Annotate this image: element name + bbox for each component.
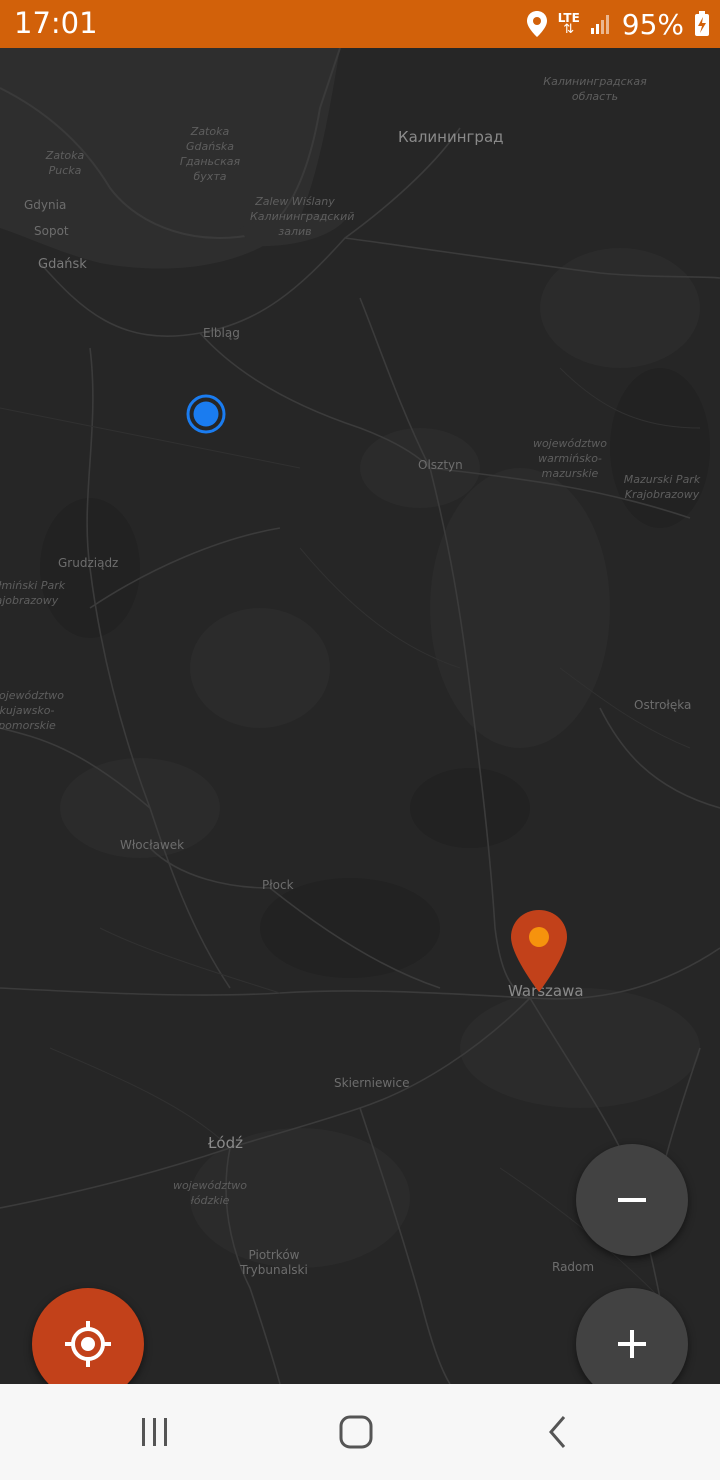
status-time: 17:01: [14, 6, 98, 40]
navigation-bar: [0, 1384, 720, 1480]
map-label-gdansk-bay: Zatoka Gdańska Гданьская бухта: [179, 125, 241, 183]
map-label-vistula-lagoon: Zalew Wiślany Калининградский залив: [250, 195, 355, 238]
map-label-chelminski: Chełmiński Park Krajobrazowy: [0, 579, 66, 607]
map-label-elblag: Elbląg: [203, 326, 240, 340]
map-label-ostroleka: Ostrołęka: [634, 698, 692, 712]
back-button[interactable]: [518, 1404, 598, 1460]
battery-charging-icon: [695, 11, 709, 36]
home-button[interactable]: [316, 1404, 396, 1460]
home-icon: [339, 1415, 373, 1449]
map-label-mazurski: Mazurski Park Krajobrazowy: [623, 473, 701, 501]
map-label-olsztyn: Olsztyn: [418, 458, 463, 472]
map-label-skierniewice: Skierniewice: [334, 1076, 410, 1090]
map-label-radom: Radom: [552, 1260, 595, 1274]
network-indicator: LTE ⇅: [558, 12, 580, 36]
map-label-kujawsko: województwo kujawsko-pomorskie: [0, 689, 65, 732]
map-label-kaliningrad: Калининград: [398, 128, 504, 146]
status-icons: LTE ⇅ 95%: [526, 6, 710, 42]
minus-icon: [618, 1198, 646, 1202]
map-label-kaliningrad-oblast: Калининградская область: [543, 75, 647, 103]
map-label-plock: Płock: [262, 878, 294, 892]
recent-apps-button[interactable]: [115, 1404, 195, 1460]
data-arrows-icon: ⇅: [563, 22, 575, 37]
back-icon: [549, 1416, 566, 1448]
status-bar: 17:01 LTE ⇅ 95%: [0, 0, 720, 48]
destination-pin-icon[interactable]: [508, 908, 570, 994]
map-label-lodzkie: województwo łódzkie: [172, 1179, 248, 1207]
user-location-marker: [186, 394, 226, 434]
map-label-wloclawek: Włocławek: [120, 838, 185, 852]
crosshair-icon: [65, 1321, 111, 1367]
map-label-gdansk: Gdańsk: [38, 257, 87, 272]
map-label-grudziadz: Grudziądz: [58, 556, 119, 570]
location-icon: [526, 11, 547, 37]
zoom-out-button[interactable]: [576, 1144, 688, 1256]
recent-apps-icon: [142, 1418, 167, 1446]
map-label-gdynia: Gdynia: [24, 198, 67, 212]
map-label-warminsko: województwo warmińsko-mazurskie: [532, 437, 608, 480]
plus-icon: [618, 1330, 646, 1358]
battery-percent: 95%: [621, 7, 684, 41]
map-label-sopot: Sopot: [34, 224, 69, 238]
map-label-piotrkow: Piotrków Trybunalski: [240, 1248, 308, 1277]
map-view[interactable]: Калининградская область Калининград Zato…: [0, 48, 720, 1384]
map-label-puck-bay: Zatoka Pucka: [45, 149, 85, 177]
signal-icon: [590, 15, 609, 34]
map-label-lodz: Łódź: [208, 1134, 244, 1152]
